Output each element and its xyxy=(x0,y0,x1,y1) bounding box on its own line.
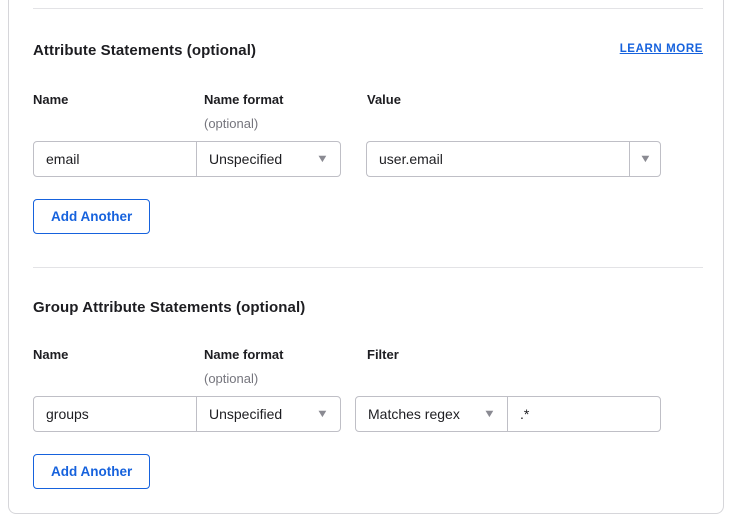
group-col-header-filter: Filter xyxy=(367,347,399,362)
group-add-another-button[interactable]: Add Another xyxy=(33,454,150,489)
section-divider-middle xyxy=(33,267,703,268)
group-name-format-selected-value: Unspecified xyxy=(209,406,282,422)
group-filter-value-input[interactable] xyxy=(507,396,661,432)
attr-name-format-select[interactable]: Unspecified ▼ xyxy=(196,141,341,177)
group-filter-type-selected-value: Matches regex xyxy=(368,406,460,422)
attr-name-format-selected-value: Unspecified xyxy=(209,151,282,167)
attribute-statements-title: Attribute Statements (optional) xyxy=(33,42,256,59)
group-name-format-select[interactable]: Unspecified ▼ xyxy=(196,396,341,432)
attr-value-dropdown-button[interactable]: ▼ xyxy=(629,141,661,177)
attr-col-header-value: Value xyxy=(367,92,401,107)
attr-value-input[interactable] xyxy=(366,141,629,177)
group-col-header-name-format-hint: (optional) xyxy=(204,371,258,386)
saml-settings-card: Attribute Statements (optional) LEARN MO… xyxy=(8,0,724,514)
section-divider-top xyxy=(33,8,703,9)
group-filter-type-select[interactable]: Matches regex ▼ xyxy=(355,396,508,432)
attr-col-header-name: Name xyxy=(33,92,68,107)
attr-name-input[interactable] xyxy=(33,141,197,177)
attr-value-combo: ▼ xyxy=(366,141,661,177)
attr-add-another-button[interactable]: Add Another xyxy=(33,199,150,234)
chevron-down-icon: ▼ xyxy=(316,409,329,420)
chevron-down-icon: ▼ xyxy=(638,154,651,165)
group-col-header-name: Name xyxy=(33,347,68,362)
attr-col-header-name-format: Name format xyxy=(204,92,283,107)
group-col-header-name-format: Name format xyxy=(204,347,283,362)
group-name-input[interactable] xyxy=(33,396,197,432)
group-attribute-statements-title: Group Attribute Statements (optional) xyxy=(33,299,305,316)
learn-more-link[interactable]: LEARN MORE xyxy=(620,43,703,55)
attr-col-header-name-format-hint: (optional) xyxy=(204,116,258,131)
chevron-down-icon: ▼ xyxy=(316,154,329,165)
chevron-down-icon: ▼ xyxy=(483,409,496,420)
